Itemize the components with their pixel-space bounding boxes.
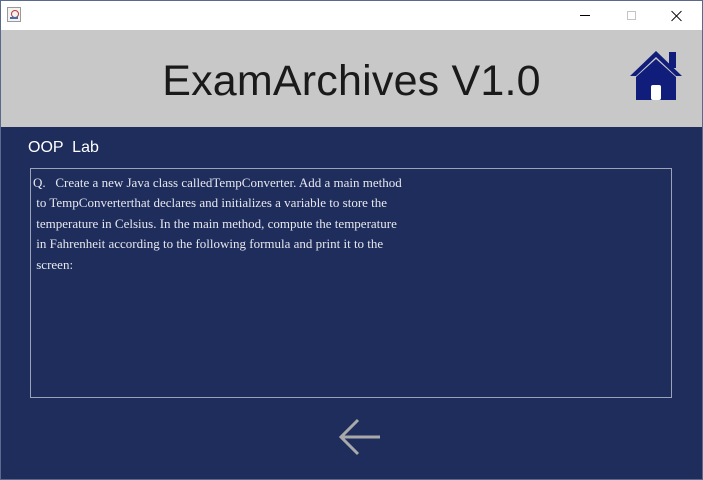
app-window: ExamArchives V1.0 OOP Lab Q. Create a ne… bbox=[0, 0, 703, 480]
app-title: ExamArchives V1.0 bbox=[162, 57, 541, 105]
maximize-icon bbox=[626, 11, 636, 20]
close-icon bbox=[671, 10, 683, 22]
arrow-left-icon bbox=[338, 418, 380, 456]
subject-label: OOP Lab bbox=[28, 139, 99, 156]
app-header: ExamArchives V1.0 bbox=[1, 30, 702, 127]
title-bar[interactable] bbox=[1, 1, 702, 30]
home-button[interactable] bbox=[629, 48, 683, 102]
minimize-button[interactable] bbox=[562, 1, 608, 30]
java-icon[interactable] bbox=[7, 7, 21, 22]
maximize-button[interactable] bbox=[608, 1, 654, 30]
close-button[interactable] bbox=[654, 1, 700, 30]
back-button[interactable] bbox=[337, 415, 383, 459]
minimize-icon bbox=[580, 15, 590, 16]
home-icon bbox=[630, 51, 682, 100]
question-text-area[interactable]: Q. Create a new Java class calledTempCon… bbox=[30, 168, 672, 398]
